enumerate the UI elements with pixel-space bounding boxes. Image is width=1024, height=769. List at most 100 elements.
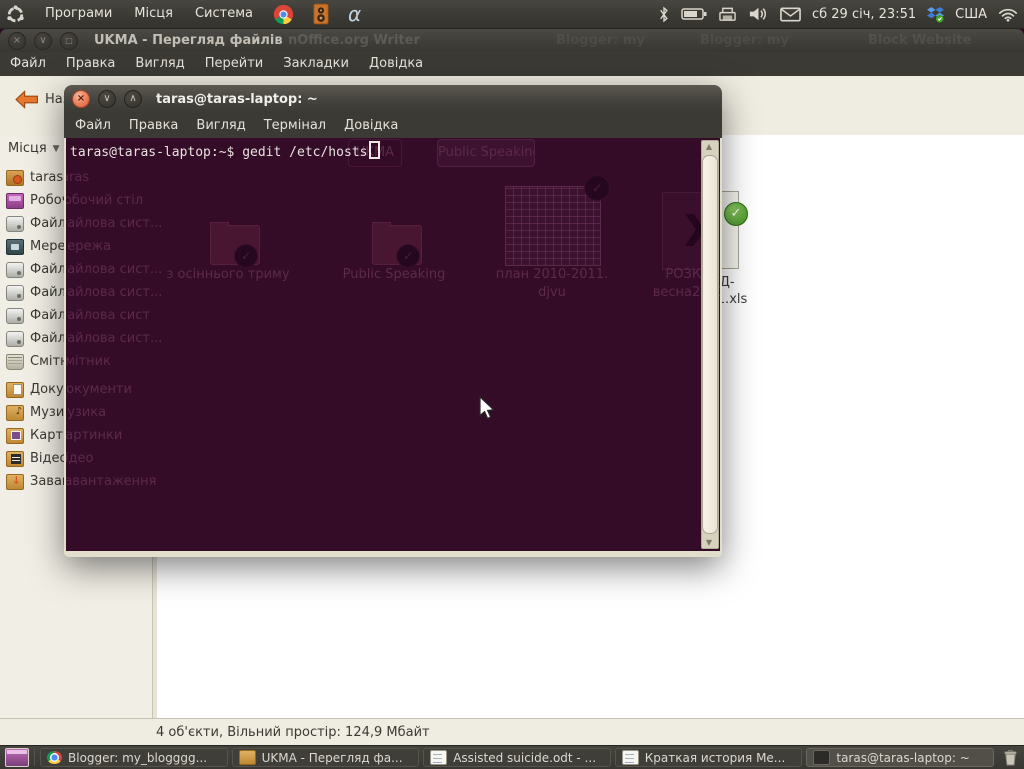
task-buttons: Blogger: my_blogggg... UKMA - Перегляд ф… <box>40 748 994 767</box>
sync-check-emblem: ✓ <box>724 202 748 226</box>
menu-item[interactable]: Вигляд <box>187 113 254 138</box>
scroll-up-icon[interactable]: ▲ <box>702 142 716 151</box>
sidebar-item-label: taras <box>30 170 64 185</box>
menu-item[interactable]: Довідка <box>335 113 407 138</box>
scrollbar-thumb[interactable] <box>702 155 718 534</box>
ghost-file-name: Public Speaking <box>342 267 446 282</box>
menu-item[interactable]: Файл <box>66 113 120 138</box>
window-title: taras@taras-laptop: ~ <box>156 91 318 107</box>
maximize-icon[interactable]: ∧ <box>124 90 142 108</box>
window-type-icon <box>813 750 831 765</box>
clock[interactable]: сб 29 січ, 23:51 <box>812 7 916 22</box>
minimize-icon[interactable]: ∨ <box>34 31 52 50</box>
places-label: Місця <box>8 141 47 156</box>
taskbar-window-label: taras@taras-laptop: ~ <box>836 750 970 765</box>
menu-item[interactable]: Закладки <box>273 52 359 76</box>
chrome-launcher-icon[interactable] <box>273 4 294 25</box>
terminal-titlebar[interactable]: × ∨ ∧ taras@taras-laptop: ~ <box>64 85 722 114</box>
alpha-app-icon[interactable]: α <box>348 3 361 25</box>
ghost-file-name: djvu <box>538 285 566 300</box>
file-manager-menubar: Файл Правка Вигляд Перейти Закладки Довідка <box>0 52 1024 76</box>
panel-menu[interactable]: Програми <box>34 0 123 28</box>
ghost-sidebar-item: Файлова сист <box>66 304 216 327</box>
taskbar-window-button[interactable]: UKMA - Перегляд фа... <box>231 748 420 767</box>
taskbar-window-button[interactable]: Assisted suicide.odt - ... <box>423 748 611 767</box>
taskbar-window-button[interactable]: Blogger: my_blogggg... <box>40 748 228 767</box>
menu-item[interactable]: Довідка <box>359 52 433 76</box>
dropbox-icon[interactable] <box>927 6 945 23</box>
volume-icon[interactable] <box>748 6 769 22</box>
terminal-prompt-line[interactable]: taras@taras-laptop:~$ gedit /etc/hosts <box>70 141 381 160</box>
place-icon <box>6 215 24 232</box>
place-icon <box>6 169 24 186</box>
ghost-sidebar-item: Відео <box>66 447 216 470</box>
taskbar-window-label: Краткая история Ме... <box>644 750 786 765</box>
ghost-emblem: ✓ <box>396 244 420 268</box>
terminal-window: × ∨ ∧ taras@taras-laptop: ~ Файл Правка Ви… <box>64 85 722 557</box>
ghost-sidebar-item: Робочий стіл <box>66 189 216 212</box>
menu-item[interactable]: Перейти <box>195 52 274 76</box>
menu-item[interactable]: Правка <box>56 52 125 76</box>
menu-item[interactable]: Файл <box>0 52 56 76</box>
speaker-launcher-icon[interactable] <box>312 3 330 25</box>
place-icon <box>6 404 24 421</box>
ghost-sidebar-item: Музика <box>66 401 216 424</box>
ghost-window-title: Blogger: my <box>700 33 789 48</box>
ghost-window-title: nOffice.org Writer <box>288 33 420 48</box>
terminal-screen[interactable]: UKMA Public Speaking taras Робочий стіл <box>66 138 720 551</box>
ghost-sidebar-item: Документи <box>66 378 216 401</box>
close-icon[interactable]: × <box>8 31 26 50</box>
scroll-down-icon[interactable]: ▼ <box>702 538 716 547</box>
command-text: gedit /etc/hosts <box>242 145 368 160</box>
ghost-sidebar-item: Картинки <box>66 424 216 447</box>
mouse-cursor <box>478 395 498 426</box>
system-tray: сб 29 січ, 23:51 США <box>658 6 1024 23</box>
back-arrow-icon <box>15 90 38 109</box>
panel-menu[interactable]: Місця <box>123 0 184 28</box>
taskbar-window-label: UKMA - Перегляд фа... <box>261 750 403 765</box>
sidebar-item-label: Відео <box>30 451 68 466</box>
battery-icon[interactable] <box>681 7 707 21</box>
maximize-icon[interactable]: □ <box>60 31 78 50</box>
panel-menus: Програми Місця Система <box>34 0 264 28</box>
menu-item[interactable]: Вигляд <box>125 52 194 76</box>
printer-icon[interactable] <box>718 6 737 23</box>
trash-icon[interactable] <box>1000 748 1020 767</box>
menu-item[interactable]: Правка <box>120 113 187 138</box>
place-icon <box>6 353 24 370</box>
minimize-icon[interactable]: ∨ <box>98 90 116 108</box>
window-type-icon <box>238 750 256 765</box>
ghost-sidebar-item: Смітник <box>66 350 216 373</box>
text-cursor <box>369 141 381 159</box>
place-icon <box>6 330 24 347</box>
place-icon <box>6 261 24 278</box>
taskbar-window-label: Blogger: my_blogggg... <box>68 750 208 765</box>
window-type-icon <box>621 750 639 765</box>
place-icon <box>6 307 24 324</box>
place-icon <box>6 192 24 209</box>
taskbar-window-label: Assisted suicide.odt - ... <box>453 750 597 765</box>
ghost-window-title: Blogger: my <box>556 33 645 48</box>
keyboard-layout-indicator[interactable]: США <box>955 7 987 22</box>
place-icon <box>6 238 24 255</box>
file-manager-titlebar[interactable]: × ∨ □ UKMA - Перегляд файлів nOffice.org… <box>0 29 1024 52</box>
place-icon <box>6 450 24 467</box>
ghost-file-name: план 2010-2011. <box>495 267 609 282</box>
panel-menu[interactable]: Система <box>184 0 264 28</box>
place-icon <box>6 473 24 490</box>
ghost-sidebar-item: taras <box>66 166 216 189</box>
mail-icon[interactable] <box>780 6 801 22</box>
wifi-icon[interactable] <box>998 7 1018 22</box>
ghost-file-name: з осіннього триму <box>166 267 290 282</box>
show-desktop-button[interactable] <box>5 748 29 767</box>
ubuntu-logo-icon[interactable] <box>6 4 25 24</box>
bluetooth-icon[interactable] <box>658 6 670 23</box>
prompt: taras@taras-laptop:~$ <box>70 145 235 160</box>
taskbar-window-button[interactable]: taras@taras-laptop: ~ <box>806 748 994 767</box>
ghost-document-icon <box>505 186 601 266</box>
taskbar-window-button[interactable]: Краткая история Ме... <box>614 748 803 767</box>
terminal-scrollbar[interactable]: ▲ ▼ <box>701 140 719 549</box>
menu-item[interactable]: Термінал <box>255 113 335 138</box>
close-icon[interactable]: × <box>72 90 90 108</box>
chevron-down-icon: ▼ <box>52 143 60 154</box>
